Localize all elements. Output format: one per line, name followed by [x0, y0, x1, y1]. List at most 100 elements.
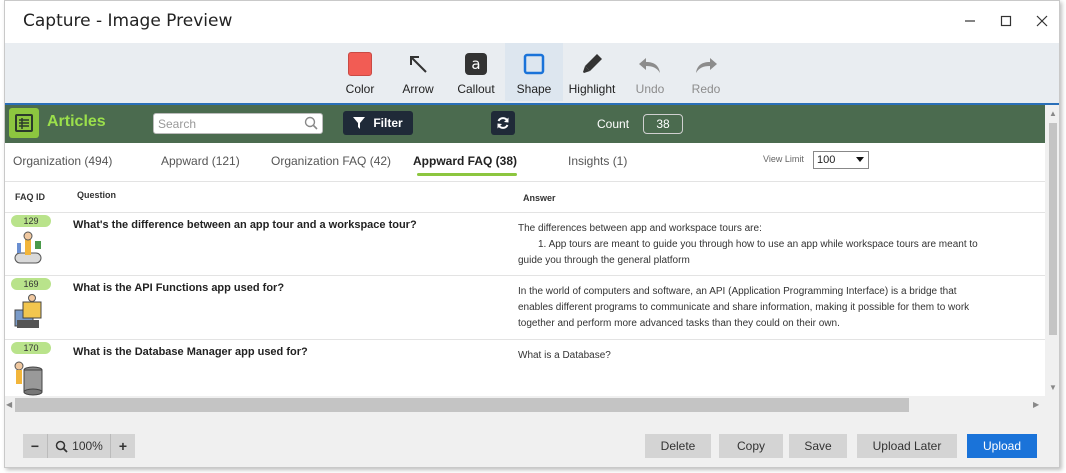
upload-later-button[interactable]: Upload Later [857, 434, 957, 458]
view-limit-value: 100 [817, 154, 836, 166]
answer-line: guide you through the general platform [518, 255, 690, 266]
faq-question: What is the API Functions app used for? [73, 282, 285, 294]
faq-answer: In the world of computers and software, … [518, 284, 1042, 332]
filter-label: Filter [373, 116, 403, 130]
scroll-right-icon[interactable]: ▶ [1033, 400, 1039, 409]
tool-arrow[interactable]: Arrow [389, 43, 447, 101]
zoom-out-button[interactable]: − [23, 434, 47, 458]
articles-logo-icon [9, 108, 39, 138]
faq-answer: The differences between app and workspac… [518, 221, 1042, 269]
vertical-scroll-thumb[interactable] [1049, 123, 1057, 335]
scroll-left-icon[interactable]: ◀ [6, 400, 12, 409]
horizontal-scrollbar[interactable]: ◀ ▶ [5, 396, 1045, 414]
answer-line: The differences between app and workspac… [518, 223, 762, 234]
grid-header: FAQ ID Question Answer [5, 181, 1045, 213]
answer-line: together and perform more advanced tasks… [518, 318, 840, 329]
redo-icon [696, 58, 717, 73]
tab-organization-faq[interactable]: Organization FAQ (42) [271, 154, 391, 168]
scroll-up-icon[interactable]: ▲ [1049, 109, 1057, 118]
zoom-value: 100% [72, 439, 103, 453]
count-label: Count [597, 117, 630, 131]
view-limit-select[interactable]: 100 [813, 151, 869, 169]
article-tabs: Organization (494) Appward (121) Organiz… [5, 143, 1045, 181]
callout-icon: a [465, 53, 487, 75]
table-row[interactable]: 169 What is the API Functions app used f… [5, 276, 1045, 340]
tab-appward[interactable]: Appward (121) [161, 154, 240, 168]
shape-square-icon [523, 53, 545, 75]
tool-label: Undo [635, 82, 665, 96]
refresh-button[interactable] [491, 111, 515, 135]
magnifier-icon [55, 440, 68, 453]
answer-line: What is a Database? [518, 350, 611, 361]
tool-shape[interactable]: Shape [505, 43, 563, 101]
answer-line: In the world of computers and software, … [518, 286, 957, 297]
tool-label: Color [345, 82, 375, 96]
table-row[interactable]: 170 What is the Database Manager app use… [5, 340, 1045, 398]
app-tour-illustration-icon [14, 231, 42, 264]
api-functions-illustration-icon [14, 294, 42, 328]
maximize-button[interactable] [991, 7, 1021, 35]
filter-icon [353, 117, 366, 129]
close-button[interactable] [1027, 7, 1057, 35]
delete-button[interactable]: Delete [645, 434, 711, 458]
horizontal-scroll-thumb[interactable] [15, 398, 909, 412]
color-swatch-icon [348, 52, 372, 76]
maximize-icon [1000, 15, 1012, 27]
active-tab-indicator [417, 173, 517, 176]
capture-window: Capture - Image Preview Color Arrow a Ca… [4, 0, 1060, 468]
tool-redo[interactable]: Redo [677, 43, 735, 101]
tab-insights[interactable]: Insights (1) [568, 154, 627, 168]
app-header: Articles Filter Count 38 [5, 105, 1045, 143]
tool-label: Redo [691, 82, 721, 96]
tool-label: Arrow [402, 82, 434, 96]
annotation-toolbar: Color Arrow a Callout Shape Highlight Un… [5, 43, 1059, 103]
tool-callout[interactable]: a Callout [447, 43, 505, 101]
search-box [153, 113, 323, 134]
view-limit-label: View Limit [763, 154, 804, 164]
column-header-question[interactable]: Question [77, 190, 116, 200]
window-title: Capture - Image Preview [23, 11, 233, 31]
table-row[interactable]: 129 What's the difference between an app… [5, 213, 1045, 276]
tool-label: Shape [516, 82, 552, 96]
search-input[interactable] [154, 114, 294, 133]
filter-button[interactable]: Filter [343, 111, 413, 135]
search-icon[interactable] [304, 116, 318, 130]
arrow-icon [410, 56, 427, 73]
title-bar: Capture - Image Preview [5, 1, 1059, 43]
zoom-in-button[interactable]: + [111, 434, 135, 458]
database-manager-illustration-icon [14, 361, 43, 396]
minimize-button[interactable] [955, 7, 985, 35]
faq-answer: What is a Database? [518, 348, 1042, 364]
column-header-answer[interactable]: Answer [523, 193, 556, 203]
faq-id-badge: 170 [11, 342, 51, 354]
app-title: Articles [47, 113, 106, 130]
answer-line: 1. App tours are meant to guide you thro… [538, 239, 978, 250]
highlight-pen-icon [583, 54, 602, 73]
copy-button[interactable]: Copy [719, 434, 783, 458]
tab-organization[interactable]: Organization (494) [13, 154, 112, 168]
chevron-down-icon [856, 157, 864, 162]
tool-undo[interactable]: Undo [621, 43, 679, 101]
refresh-icon [497, 117, 509, 129]
faq-id-badge: 169 [11, 278, 51, 290]
tab-appward-faq[interactable]: Appward FAQ (38) [413, 154, 517, 168]
tool-label: Highlight [568, 82, 616, 96]
articles-app: Articles Filter Count 38 Organization (4… [5, 105, 1045, 398]
undo-icon [639, 58, 660, 73]
zoom-level[interactable]: 100% [47, 434, 111, 458]
column-header-id[interactable]: FAQ ID [15, 192, 45, 202]
close-icon [1036, 15, 1048, 27]
answer-line: enables different programs to communicat… [518, 302, 970, 313]
faq-question: What's the difference between an app tou… [73, 219, 417, 231]
minimize-icon [965, 20, 975, 22]
tool-color[interactable]: Color [331, 43, 389, 101]
tool-label: Callout [457, 82, 495, 96]
tool-highlight[interactable]: Highlight [563, 43, 621, 101]
save-button[interactable]: Save [789, 434, 847, 458]
zoom-control: − 100% + [23, 434, 135, 458]
faq-id-badge: 129 [11, 215, 51, 227]
vertical-scrollbar[interactable]: ▲ ▼ [1045, 105, 1059, 398]
upload-button[interactable]: Upload [967, 434, 1037, 458]
scroll-down-icon[interactable]: ▼ [1049, 383, 1057, 392]
count-value: 38 [643, 114, 683, 134]
